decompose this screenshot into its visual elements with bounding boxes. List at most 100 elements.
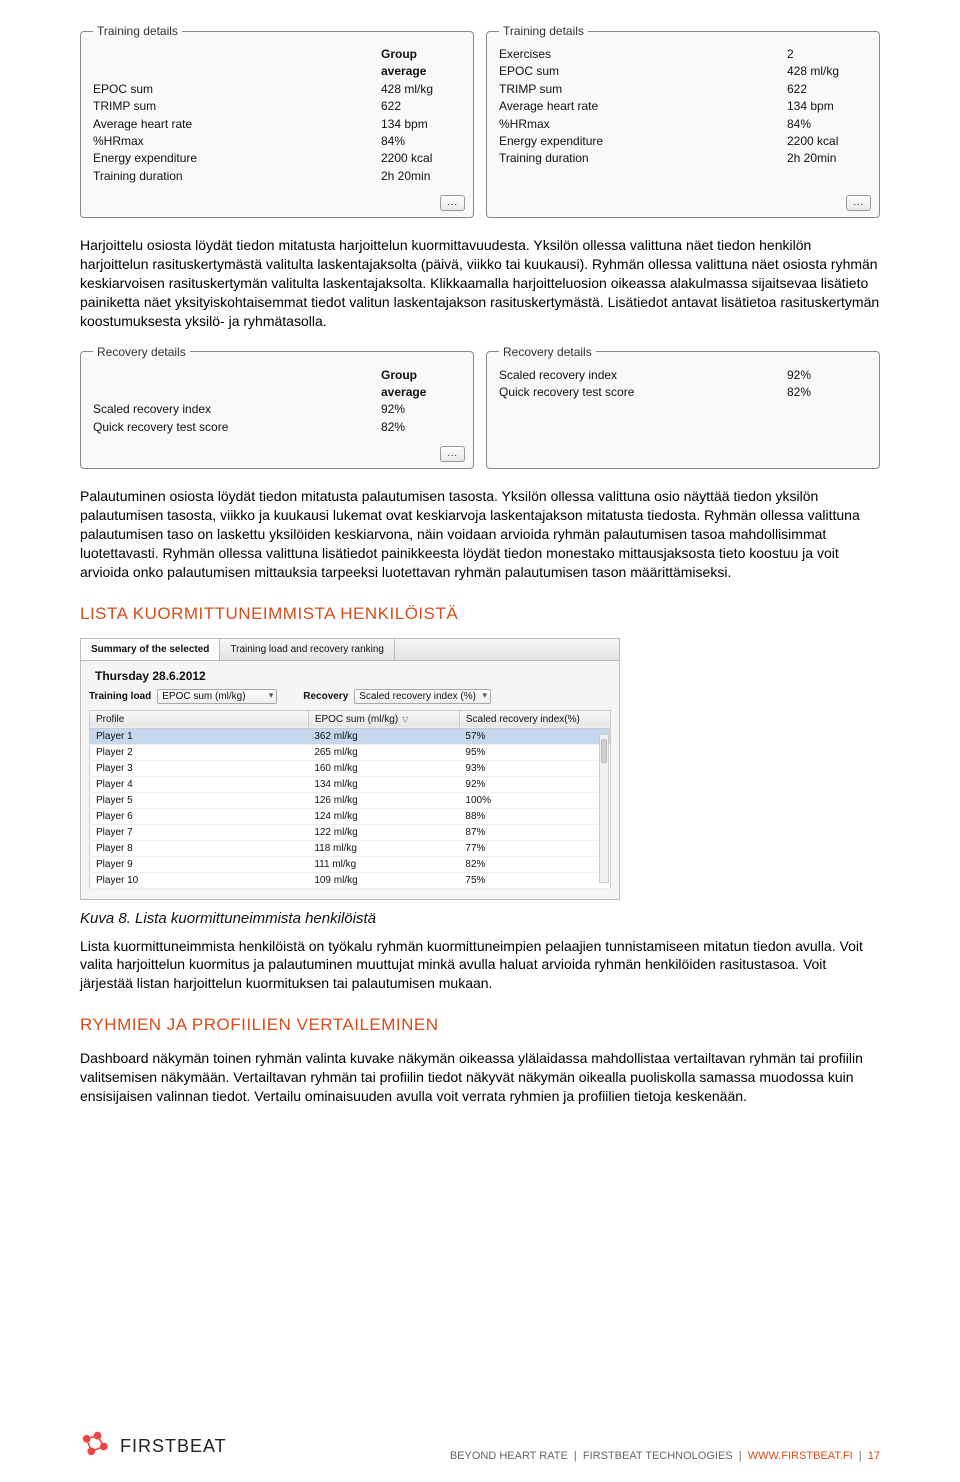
- more-button[interactable]: ...: [440, 195, 465, 211]
- cell-epoc: 160 ml/kg: [308, 760, 459, 776]
- recovery-details-panel-individual: Recovery details Scaled recovery index92…: [486, 345, 880, 470]
- col-recovery[interactable]: Scaled recovery index(%): [459, 710, 610, 728]
- compare-paragraph: Dashboard näkymän toinen ryhmän valinta …: [80, 1049, 880, 1106]
- metric-value: 82%: [381, 419, 461, 436]
- metric-value: 2h 20min: [381, 168, 461, 185]
- metric-label: Scaled recovery index: [93, 401, 381, 418]
- table-row[interactable]: Player 2265 ml/kg95%: [90, 744, 611, 760]
- metric-label: TRIMP sum: [93, 98, 381, 115]
- table-row[interactable]: Player 4134 ml/kg92%: [90, 776, 611, 792]
- table-row[interactable]: Player 7122 ml/kg87%: [90, 824, 611, 840]
- ranking-tabs: Summary of the selected Training load an…: [81, 639, 619, 661]
- cell-profile: Player 4: [90, 776, 309, 792]
- more-button[interactable]: ...: [440, 446, 465, 462]
- cell-profile: Player 8: [90, 840, 309, 856]
- ranking-paragraph: Lista kuormittuneimmista henkilöistä on …: [80, 937, 880, 994]
- cell-recovery: 95%: [459, 744, 610, 760]
- metric-label: Quick recovery test score: [499, 384, 787, 401]
- cell-epoc: 362 ml/kg: [308, 728, 459, 744]
- metric-value: 2200 kcal: [381, 150, 461, 167]
- table-row[interactable]: Player 5126 ml/kg100%: [90, 792, 611, 808]
- training-details-row: Training details Group average EPOC sum4…: [80, 24, 880, 218]
- group-average-head: Group average: [381, 46, 461, 81]
- table-row[interactable]: Player 3160 ml/kg93%: [90, 760, 611, 776]
- training-load-label: Training load: [89, 691, 151, 702]
- cell-epoc: 118 ml/kg: [308, 840, 459, 856]
- recovery-paragraph: Palautuminen osiosta löydät tiedon mitat…: [80, 487, 880, 581]
- cell-epoc: 126 ml/kg: [308, 792, 459, 808]
- cell-profile: Player 9: [90, 856, 309, 872]
- tab-summary[interactable]: Summary of the selected: [81, 639, 220, 660]
- ranking-widget: Summary of the selected Training load an…: [80, 638, 620, 900]
- footer-tagline: BEYOND HEART RATE: [450, 1450, 568, 1462]
- recovery-select[interactable]: Scaled recovery index (%): [354, 689, 491, 704]
- metric-value: 622: [787, 81, 867, 98]
- section-heading-ranking: LISTA KUORMITTUNEIMMISTA HENKILÖISTÄ: [80, 604, 880, 624]
- metric-value: 2h 20min: [787, 150, 867, 167]
- table-row[interactable]: Player 1362 ml/kg57%: [90, 728, 611, 744]
- panel-legend: Training details: [93, 24, 182, 38]
- cell-epoc: 124 ml/kg: [308, 808, 459, 824]
- metric-label: Average heart rate: [93, 116, 381, 133]
- metric-value: 428 ml/kg: [787, 63, 867, 80]
- scrollbar[interactable]: [599, 734, 609, 883]
- cell-epoc: 109 ml/kg: [308, 872, 459, 888]
- metric-label: Training duration: [499, 150, 787, 167]
- cell-recovery: 92%: [459, 776, 610, 792]
- metric-label: %HRmax: [499, 116, 787, 133]
- cell-profile: Player 7: [90, 824, 309, 840]
- cell-epoc: 134 ml/kg: [308, 776, 459, 792]
- ranking-controls: Training load EPOC sum (ml/kg) Recovery …: [89, 689, 611, 704]
- cell-profile: Player 6: [90, 808, 309, 824]
- training-load-select[interactable]: EPOC sum (ml/kg): [157, 689, 277, 704]
- recovery-details-panel-group: Recovery details Group average Scaled re…: [80, 345, 474, 470]
- panel-legend: Training details: [499, 24, 588, 38]
- cell-epoc: 111 ml/kg: [308, 856, 459, 872]
- metric-value: 622: [381, 98, 461, 115]
- table-row[interactable]: Player 10109 ml/kg75%: [90, 872, 611, 888]
- page-footer: FIRSTBEAT BEYOND HEART RATE | FIRSTBEAT …: [80, 1431, 880, 1462]
- footer-company: FIRSTBEAT TECHNOLOGIES: [583, 1450, 733, 1462]
- metric-value: 84%: [381, 133, 461, 150]
- table-row[interactable]: Player 9111 ml/kg82%: [90, 856, 611, 872]
- firstbeat-logo: FIRSTBEAT: [80, 1431, 227, 1462]
- metric-label: Energy expenditure: [499, 133, 787, 150]
- footer-line: BEYOND HEART RATE | FIRSTBEAT TECHNOLOGI…: [450, 1450, 880, 1462]
- col-epoc[interactable]: EPOC sum (ml/kg)▽: [308, 710, 459, 728]
- metric-label: Average heart rate: [499, 98, 787, 115]
- metric-label: EPOC sum: [93, 81, 381, 98]
- figure-caption: Kuva 8. Lista kuormittuneimmista henkilö…: [80, 910, 880, 927]
- scrollbar-thumb[interactable]: [601, 739, 607, 763]
- footer-url: WWW.FIRSTBEAT.FI: [748, 1450, 853, 1462]
- training-paragraph: Harjoittelu osiosta löydät tiedon mitatu…: [80, 236, 880, 330]
- cell-profile: Player 5: [90, 792, 309, 808]
- cell-recovery: 88%: [459, 808, 610, 824]
- cell-profile: Player 1: [90, 728, 309, 744]
- firstbeat-logo-icon: [80, 1431, 112, 1462]
- metric-label: TRIMP sum: [499, 81, 787, 98]
- more-button[interactable]: ...: [846, 195, 871, 211]
- table-row[interactable]: Player 6124 ml/kg88%: [90, 808, 611, 824]
- cell-recovery: 75%: [459, 872, 610, 888]
- cell-epoc: 122 ml/kg: [308, 824, 459, 840]
- metric-value: 428 ml/kg: [381, 81, 461, 98]
- section-heading-compare: RYHMIEN JA PROFIILIEN VERTAILEMINEN: [80, 1015, 880, 1035]
- cell-recovery: 100%: [459, 792, 610, 808]
- col-profile[interactable]: Profile: [90, 710, 309, 728]
- sort-desc-icon: ▽: [398, 715, 408, 724]
- metric-label: Quick recovery test score: [93, 419, 381, 436]
- cell-recovery: 87%: [459, 824, 610, 840]
- tab-ranking[interactable]: Training load and recovery ranking: [220, 639, 395, 660]
- table-row[interactable]: Player 8118 ml/kg77%: [90, 840, 611, 856]
- ranking-date: Thursday 28.6.2012: [95, 669, 611, 683]
- metric-value: 84%: [787, 116, 867, 133]
- ranking-table: Profile EPOC sum (ml/kg)▽ Scaled recover…: [89, 710, 611, 889]
- metric-value: 92%: [381, 401, 461, 418]
- metric-label: Exercises: [499, 46, 787, 63]
- recovery-label: Recovery: [303, 691, 348, 702]
- panel-legend: Recovery details: [93, 345, 190, 359]
- metric-value: 92%: [787, 367, 867, 384]
- firstbeat-logo-text: FIRSTBEAT: [120, 1436, 227, 1457]
- recovery-details-row: Recovery details Group average Scaled re…: [80, 345, 880, 470]
- metric-label: Scaled recovery index: [499, 367, 787, 384]
